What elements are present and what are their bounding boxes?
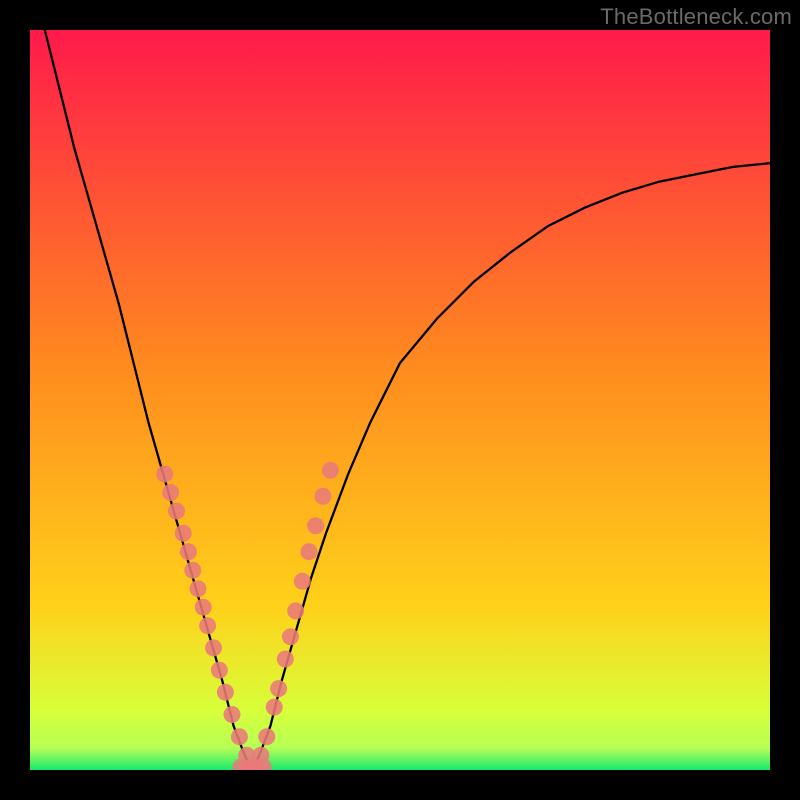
data-point	[322, 462, 339, 479]
data-point	[205, 639, 222, 656]
data-point	[294, 573, 311, 590]
chart-plot-area	[30, 30, 770, 770]
data-point	[224, 706, 241, 723]
data-point	[287, 602, 304, 619]
gradient-background	[30, 30, 770, 770]
data-point	[258, 728, 275, 745]
outer-frame: TheBottleneck.com	[0, 0, 800, 800]
data-point	[217, 684, 234, 701]
watermark-text: TheBottleneck.com	[600, 4, 792, 30]
bottleneck-chart	[30, 30, 770, 770]
data-point	[277, 651, 294, 668]
data-point	[211, 662, 228, 679]
data-point	[199, 617, 216, 634]
data-point	[184, 562, 201, 579]
data-point	[195, 599, 212, 616]
data-point	[301, 543, 318, 560]
data-point	[180, 543, 197, 560]
data-point	[231, 728, 248, 745]
data-point	[156, 466, 173, 483]
data-point	[270, 680, 287, 697]
data-point	[315, 488, 332, 505]
data-point	[282, 628, 299, 645]
data-point	[168, 503, 185, 520]
data-point	[175, 525, 192, 542]
data-point	[266, 699, 283, 716]
data-point	[190, 580, 207, 597]
data-point	[162, 484, 179, 501]
data-point	[307, 517, 324, 534]
